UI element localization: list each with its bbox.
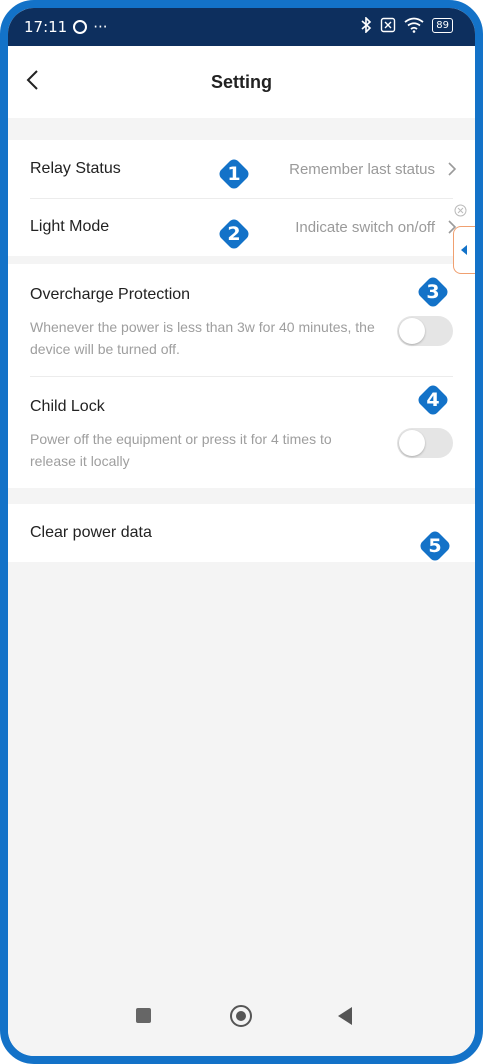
floating-side-tab[interactable] [453,226,475,274]
relay-status-value: Remember last status [289,161,435,178]
light-mode-label: Light Mode [30,218,110,235]
phone-frame: 17:11 ··· 89 Setting Relay Status Rememb… [0,0,483,1064]
settings-group-3: Clear power data [8,504,475,562]
triangle-back-icon[interactable] [338,1007,352,1025]
light-mode-value: Indicate switch on/off [295,219,435,236]
status-circle-icon [73,20,88,34]
step-badge-4: 4 [413,380,453,420]
child-lock-toggle[interactable] [397,428,453,458]
clear-power-data-row[interactable]: Clear power data [8,504,475,562]
circle-icon[interactable] [230,1005,252,1027]
status-bar: 17:11 ··· 89 [8,8,475,46]
sim-off-icon [381,17,396,33]
step-badge-1: 1 [214,154,254,194]
top-navigation-bar: Setting [8,46,475,118]
chevron-right-icon [448,162,457,176]
overcharge-protection-row: Overcharge Protection Whenever the power… [8,264,475,376]
bluetooth-icon [361,17,372,33]
battery-icon: 89 [432,17,453,33]
overcharge-protection-description: Whenever the power is less than 3w for 4… [30,319,375,357]
clear-power-data-label: Clear power data [30,524,152,541]
status-time: 17:11 [24,18,68,36]
overcharge-protection-label: Overcharge Protection [30,286,191,303]
square-icon[interactable] [136,1008,151,1023]
step-badge-5: 5 [415,526,455,566]
child-lock-row: Child Lock Power off the equipment or pr… [8,376,475,488]
close-circle-icon[interactable] [454,204,467,217]
settings-group-2: Overcharge Protection Whenever the power… [8,264,475,488]
toggle-knob [399,430,425,456]
relay-status-label: Relay Status [30,160,121,177]
child-lock-description: Power off the equipment or press it for … [30,431,332,469]
system-navigation-bar [8,984,475,1056]
wifi-icon [404,17,424,33]
page-title: Setting [211,72,272,92]
overcharge-protection-toggle[interactable] [397,316,453,346]
step-badge-2: 2 [214,214,254,254]
step-badge-3: 3 [413,272,453,312]
status-more-icon: ··· [93,18,108,36]
child-lock-label: Child Lock [30,398,105,415]
toggle-knob [399,318,425,344]
arrow-left-icon [461,245,467,255]
